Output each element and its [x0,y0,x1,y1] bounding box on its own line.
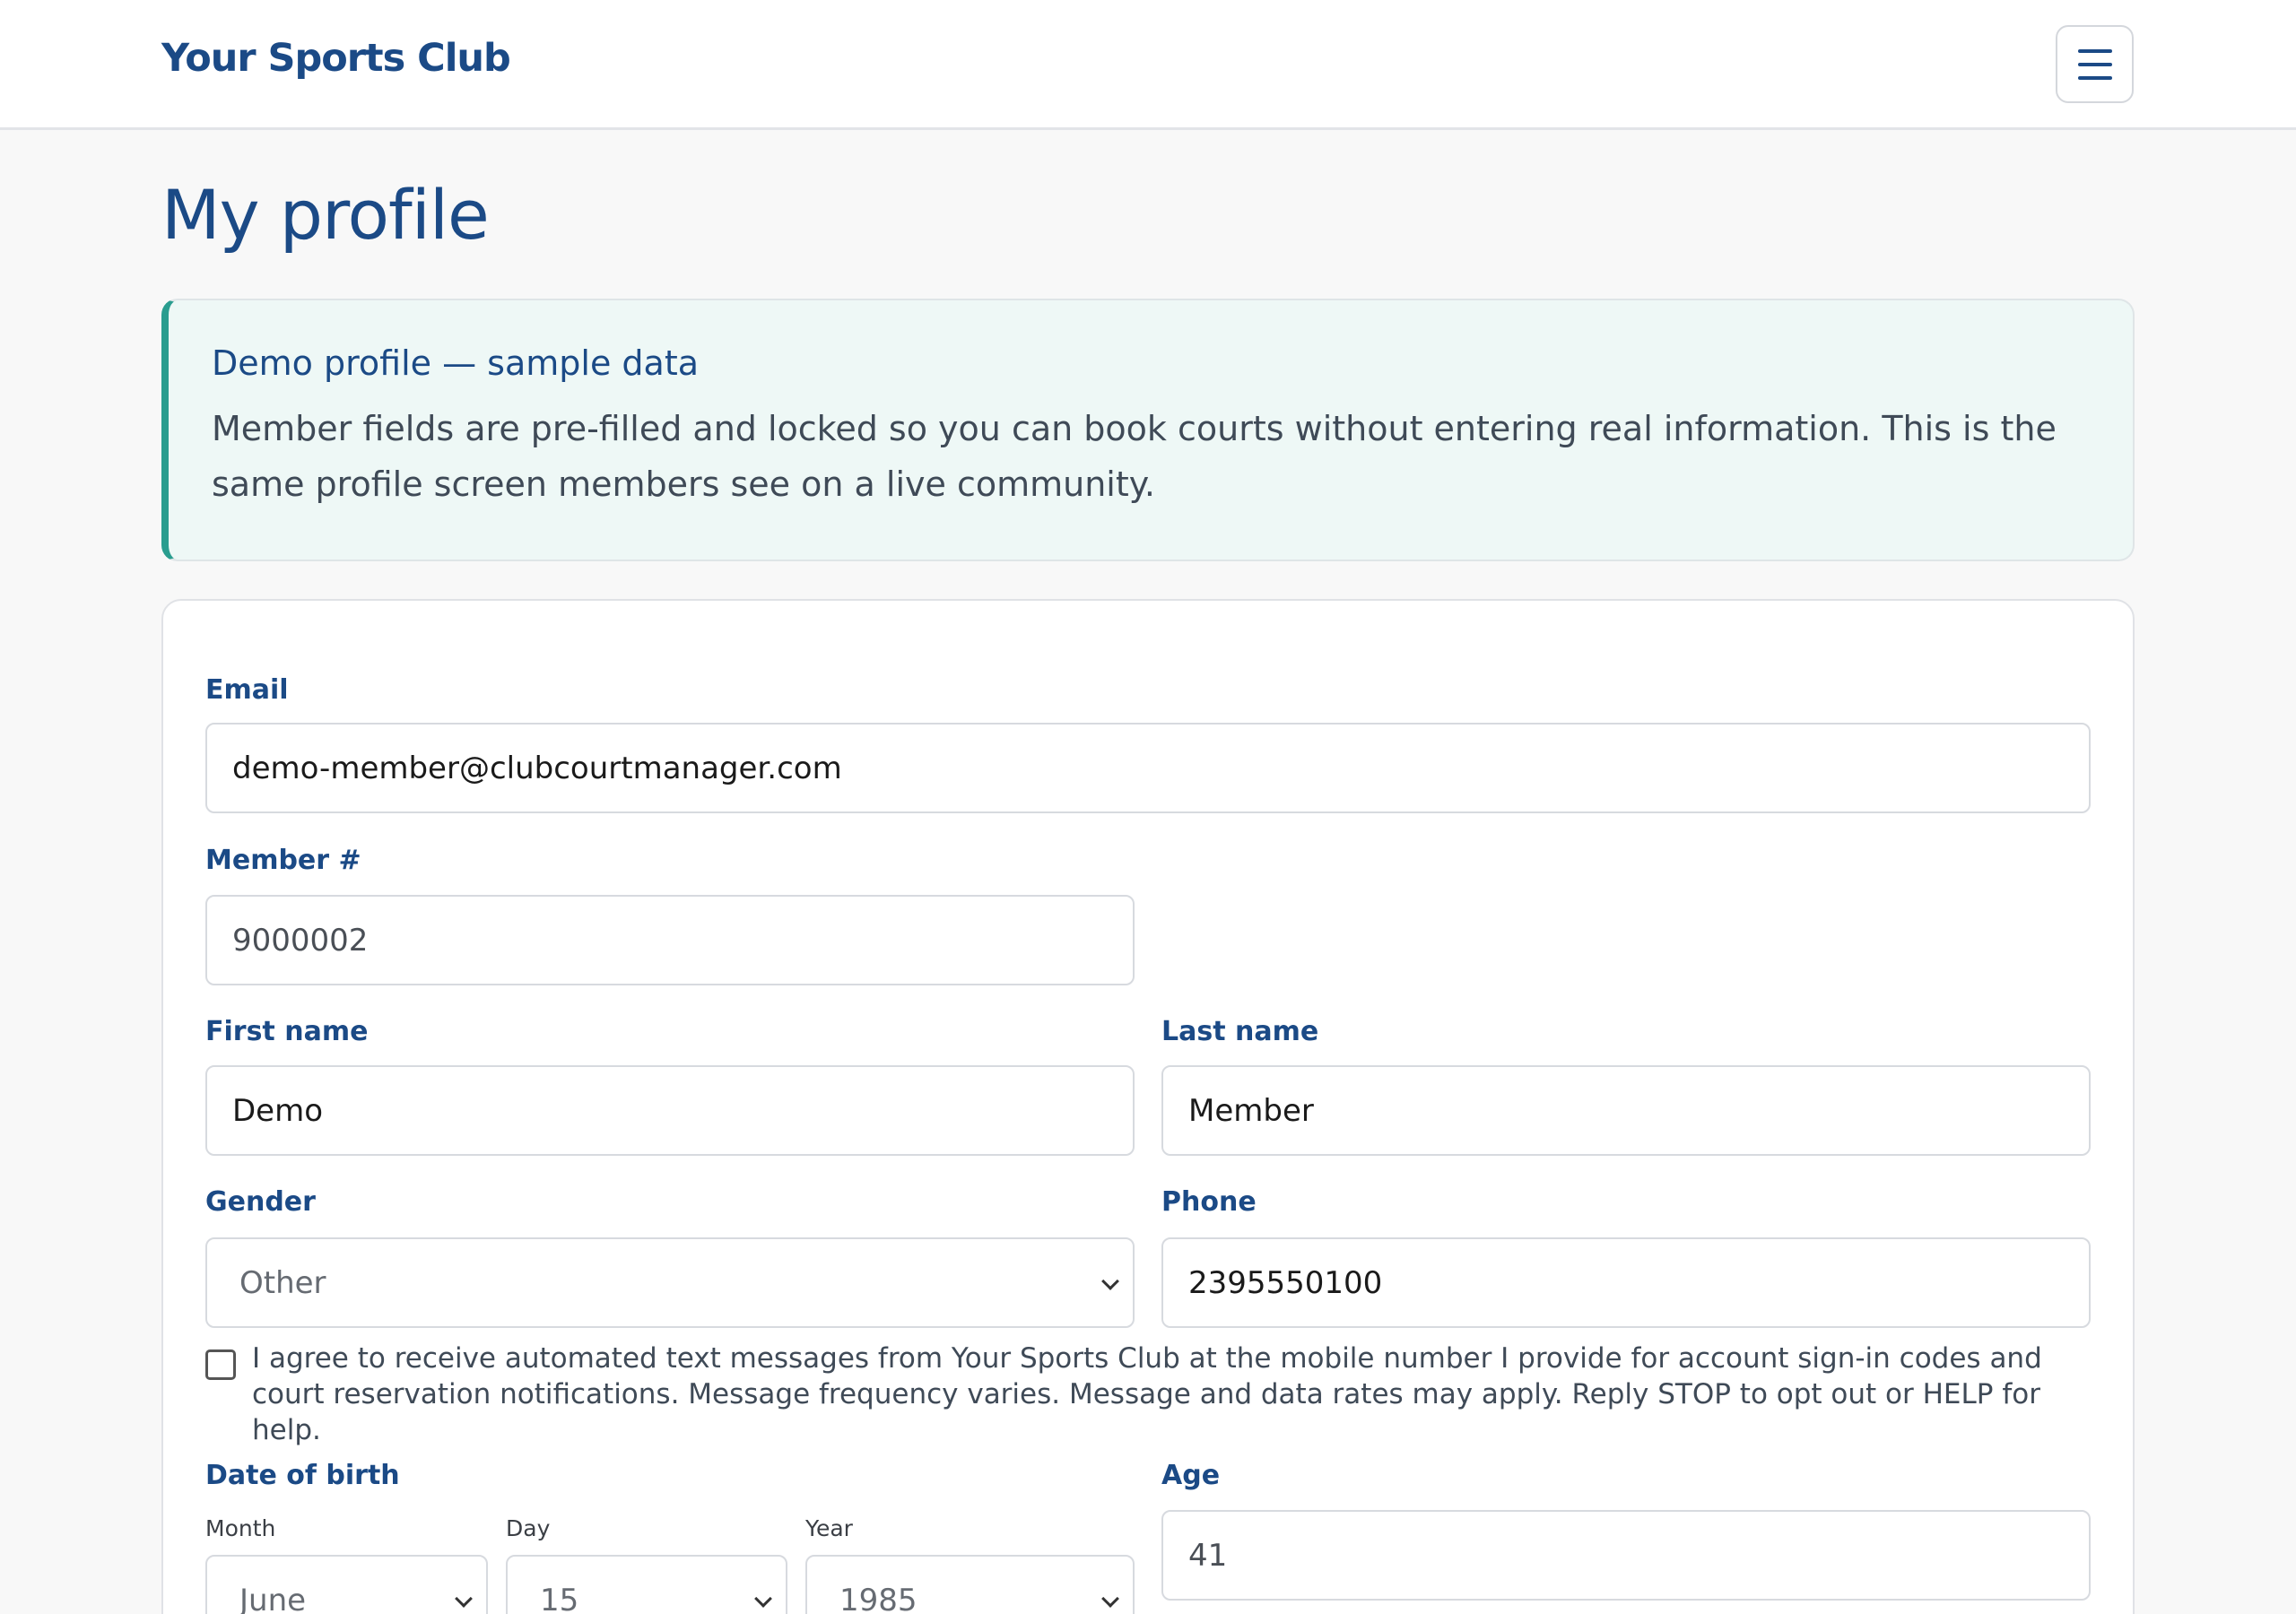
menu-bar [2077,75,2112,80]
chevron-down-icon [455,1590,473,1608]
dob-month-label: Month [205,1515,276,1541]
age-field[interactable]: 41 [1161,1510,2091,1601]
dob-month-select[interactable]: June [205,1555,488,1614]
demo-notice: Demo profile — sample data Member fields… [161,299,2135,561]
phone-field[interactable]: 2395550100 [1161,1237,2091,1328]
gender-selected-value: Other [239,1264,326,1301]
dob-month-value: June [239,1582,307,1614]
chevron-down-icon [754,1590,772,1608]
dob-year-label: Year [805,1515,853,1541]
dob-label: Date of birth [205,1460,400,1491]
menu-bar [2077,48,2112,53]
member-number-field[interactable]: 9000002 [205,895,1135,985]
hamburger-menu-icon[interactable] [2056,25,2134,103]
gender-select[interactable]: Other [205,1237,1135,1328]
member-number-label: Member # [205,845,361,876]
gender-label: Gender [205,1186,316,1218]
chevron-down-icon [1101,1590,1119,1608]
notice-body: Member fields are pre-filled and locked … [212,409,2057,504]
first-name-field[interactable]: Demo [205,1065,1135,1156]
dob-year-select[interactable]: 1985 [805,1555,1135,1614]
top-navbar: Your Sports Club [0,0,2296,130]
dob-day-value: 15 [540,1582,579,1614]
email-field[interactable]: demo-member@clubcourtmanager.com [205,723,2091,813]
last-name-field[interactable]: Member [1161,1065,2091,1156]
notice-title: Demo profile — sample data [212,343,700,383]
page-title: My profile [161,175,490,255]
brand-logo-text[interactable]: Your Sports Club [161,36,511,81]
dob-day-label: Day [506,1515,551,1541]
first-name-label: First name [205,1016,369,1047]
email-label: Email [205,674,289,706]
last-name-label: Last name [1161,1016,1319,1047]
sms-consent-checkbox[interactable] [205,1349,236,1380]
phone-label: Phone [1161,1186,1257,1218]
dob-day-select[interactable]: 15 [506,1555,787,1614]
chevron-down-icon [1101,1272,1119,1290]
dob-year-value: 1985 [839,1582,918,1614]
menu-bar [2077,62,2112,66]
sms-consent-text: I agree to receive automated text messag… [252,1342,2042,1446]
age-label: Age [1161,1460,1221,1491]
